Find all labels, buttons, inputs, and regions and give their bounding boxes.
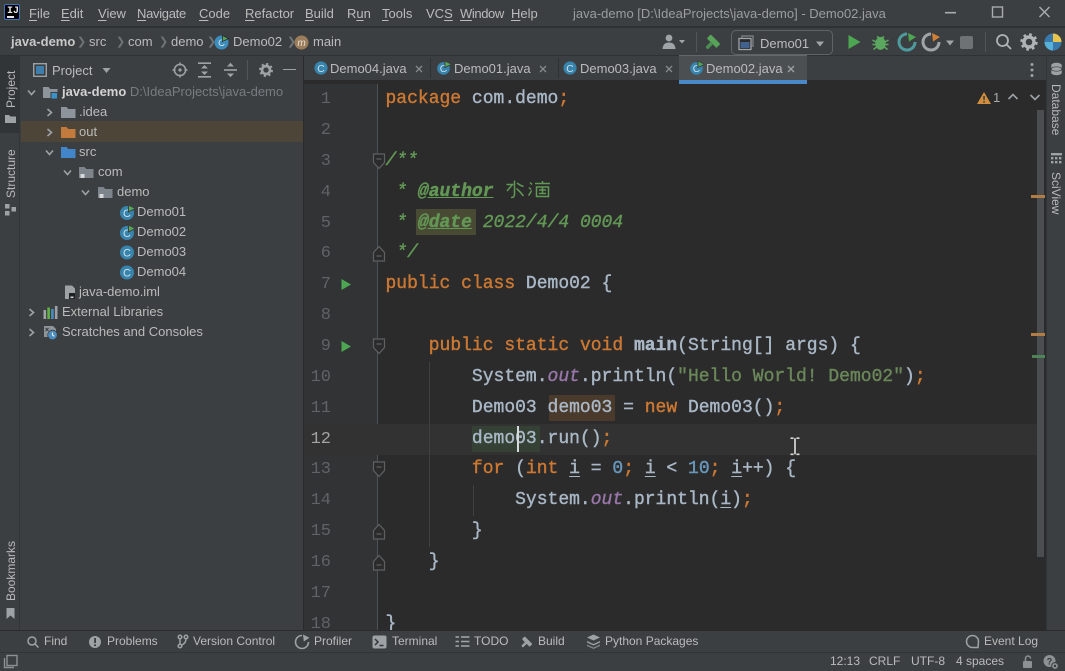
svg-text:C: C xyxy=(123,268,131,280)
svg-text:m: m xyxy=(297,38,305,49)
svg-text:C: C xyxy=(317,64,325,75)
svg-text:C: C xyxy=(123,248,131,260)
svg-text:C: C xyxy=(566,64,574,75)
